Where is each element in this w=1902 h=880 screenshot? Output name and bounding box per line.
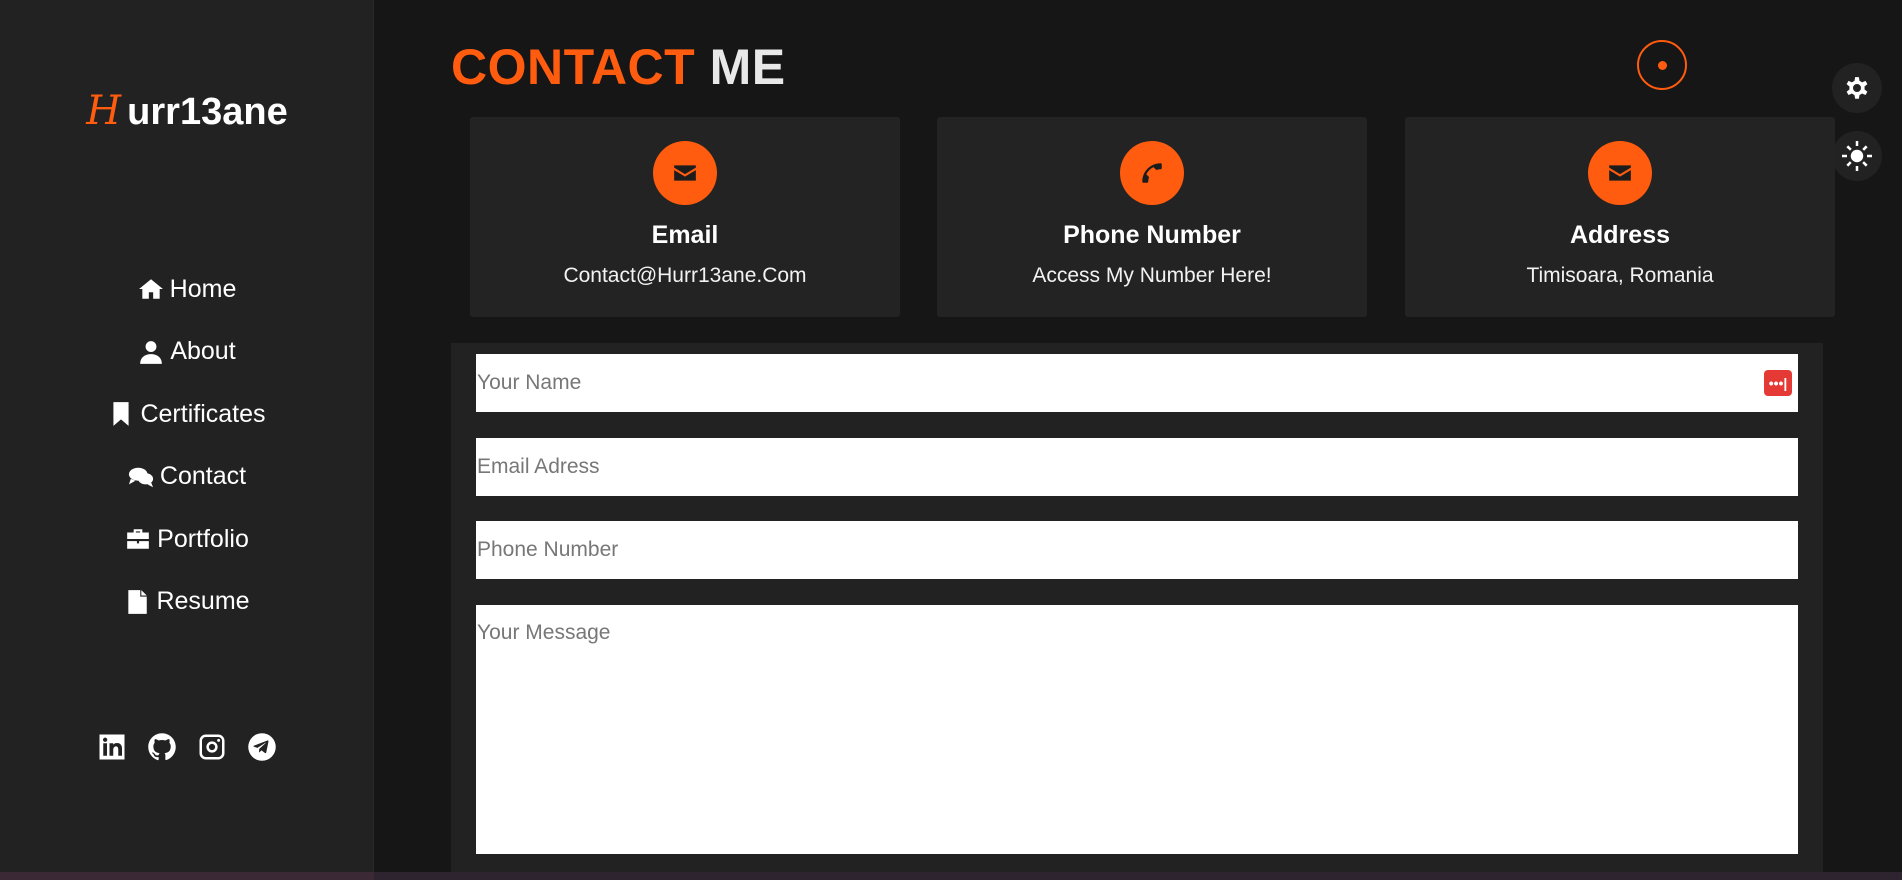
nav-item-label: Home — [169, 274, 237, 303]
nav-item-label: Resume — [156, 587, 250, 616]
social-links — [0, 732, 374, 762]
name-input[interactable] — [476, 354, 1798, 412]
contact-card-address: Address Timisoara, Romania — [1405, 117, 1835, 317]
card-icon-circle — [1120, 141, 1184, 205]
settings-button[interactable] — [1832, 63, 1882, 113]
home-icon — [138, 279, 163, 299]
card-icon-circle — [1588, 141, 1652, 205]
logo-mark: H — [86, 88, 122, 134]
bottom-edge-main — [374, 872, 1902, 880]
github-icon[interactable] — [147, 732, 177, 762]
bookmark-icon — [113, 402, 130, 427]
cursor-indicator — [1637, 40, 1687, 90]
nav-item-home[interactable]: Home — [0, 258, 374, 321]
page-title: CONTACT ME — [451, 38, 786, 96]
card-text[interactable]: Contact@Hurr13ane.Com — [470, 264, 900, 288]
card-icon-circle — [653, 141, 717, 205]
card-text[interactable]: Access My Number Here! — [937, 264, 1367, 288]
password-manager-icon[interactable]: •••| — [1764, 370, 1792, 396]
nav-item-portfolio[interactable]: Portfolio — [0, 508, 374, 571]
envelope-icon — [1609, 165, 1631, 181]
card-title: Address — [1569, 221, 1671, 249]
card-text: Timisoara, Romania — [1526, 264, 1714, 287]
contact-card-phone: Phone Number Access My Number Here! — [937, 117, 1367, 317]
nav-item-resume[interactable]: Resume — [0, 571, 374, 634]
phone-input[interactable] — [476, 521, 1798, 579]
theme-toggle-button[interactable] — [1832, 131, 1882, 181]
linkedin-icon[interactable] — [97, 732, 127, 762]
phone-icon — [1142, 163, 1162, 183]
sun-icon — [1842, 141, 1872, 171]
telegram-icon[interactable] — [247, 732, 277, 762]
sidebar: Hurr13ane Home About Certificates Contac… — [0, 0, 374, 872]
gear-icon — [1846, 77, 1868, 99]
message-textarea[interactable] — [476, 605, 1798, 854]
card-title: Phone Number — [1063, 221, 1241, 249]
main-nav: Home About Certificates Contact Portfoli… — [0, 258, 374, 633]
instagram-icon[interactable] — [197, 732, 227, 762]
nav-item-label: Certificates — [140, 399, 266, 428]
user-icon — [140, 340, 163, 364]
nav-item-about[interactable]: About — [0, 321, 374, 384]
envelope-icon — [674, 165, 696, 181]
nav-item-certificates[interactable]: Certificates — [0, 383, 374, 446]
page-title-accent: CONTACT — [451, 39, 696, 95]
site-logo[interactable]: Hurr13ane — [0, 88, 374, 134]
password-manager-badge: •••| — [1768, 375, 1788, 391]
briefcase-icon — [127, 529, 149, 549]
contact-card-email: Email Contact@Hurr13ane.Com — [470, 117, 900, 317]
file-icon — [128, 589, 148, 614]
comments-icon — [128, 467, 153, 487]
page-title-rest: ME — [709, 39, 786, 95]
email-input[interactable] — [476, 438, 1798, 496]
nav-item-label: Portfolio — [157, 524, 249, 553]
logo-text: urr13ane — [127, 91, 288, 133]
nav-item-label: About — [170, 337, 236, 366]
card-title: Email — [651, 221, 719, 249]
nav-item-contact[interactable]: Contact — [0, 446, 374, 509]
nav-item-label: Contact — [159, 462, 247, 491]
